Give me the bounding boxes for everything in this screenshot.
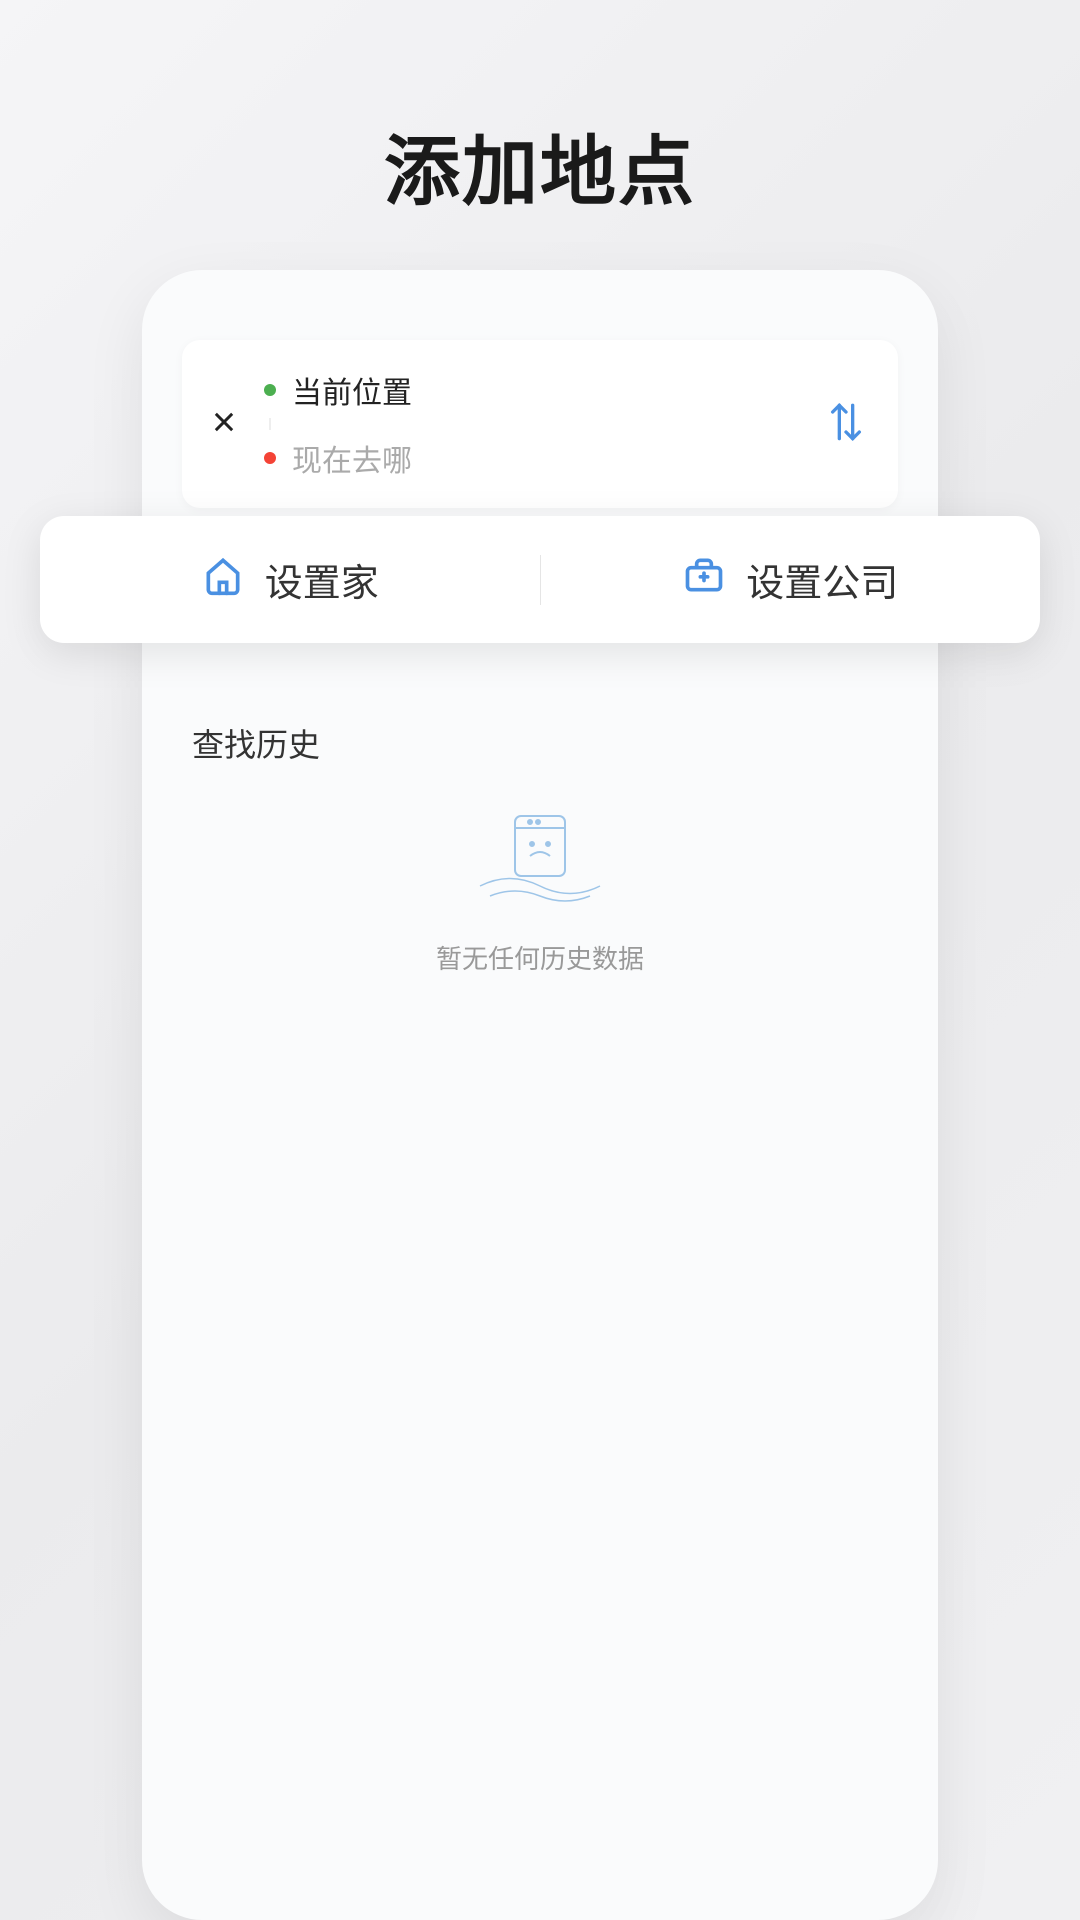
route-inputs: 当前位置 现在去哪 bbox=[256, 362, 806, 486]
home-icon bbox=[201, 553, 245, 607]
empty-state: 暂无任何历史数据 bbox=[192, 796, 888, 976]
set-work-button[interactable]: 设置公司 bbox=[541, 552, 1041, 607]
route-search-card: 当前位置 现在去哪 bbox=[182, 340, 898, 508]
origin-dot-icon bbox=[264, 384, 276, 396]
origin-label: 当前位置 bbox=[292, 368, 412, 412]
history-section: 查找历史 暂无任何历史数据 bbox=[142, 720, 938, 976]
destination-placeholder: 现在去哪 bbox=[292, 436, 412, 480]
empty-illustration-icon bbox=[460, 806, 620, 921]
origin-input[interactable]: 当前位置 bbox=[264, 362, 806, 418]
set-home-button[interactable]: 设置家 bbox=[40, 552, 540, 607]
empty-text: 暂无任何历史数据 bbox=[436, 939, 644, 976]
set-home-label: 设置家 bbox=[265, 552, 379, 607]
shortcuts-card: 设置家 设置公司 bbox=[40, 516, 1040, 643]
briefcase-icon bbox=[682, 553, 726, 607]
destination-input[interactable]: 现在去哪 bbox=[264, 430, 806, 486]
swap-icon[interactable] bbox=[806, 398, 874, 451]
page-title: 添加地点 bbox=[0, 0, 1080, 220]
destination-dot-icon bbox=[264, 452, 276, 464]
input-connector bbox=[269, 418, 271, 430]
close-icon[interactable] bbox=[206, 406, 256, 442]
set-work-label: 设置公司 bbox=[746, 552, 898, 607]
history-title: 查找历史 bbox=[192, 720, 888, 766]
